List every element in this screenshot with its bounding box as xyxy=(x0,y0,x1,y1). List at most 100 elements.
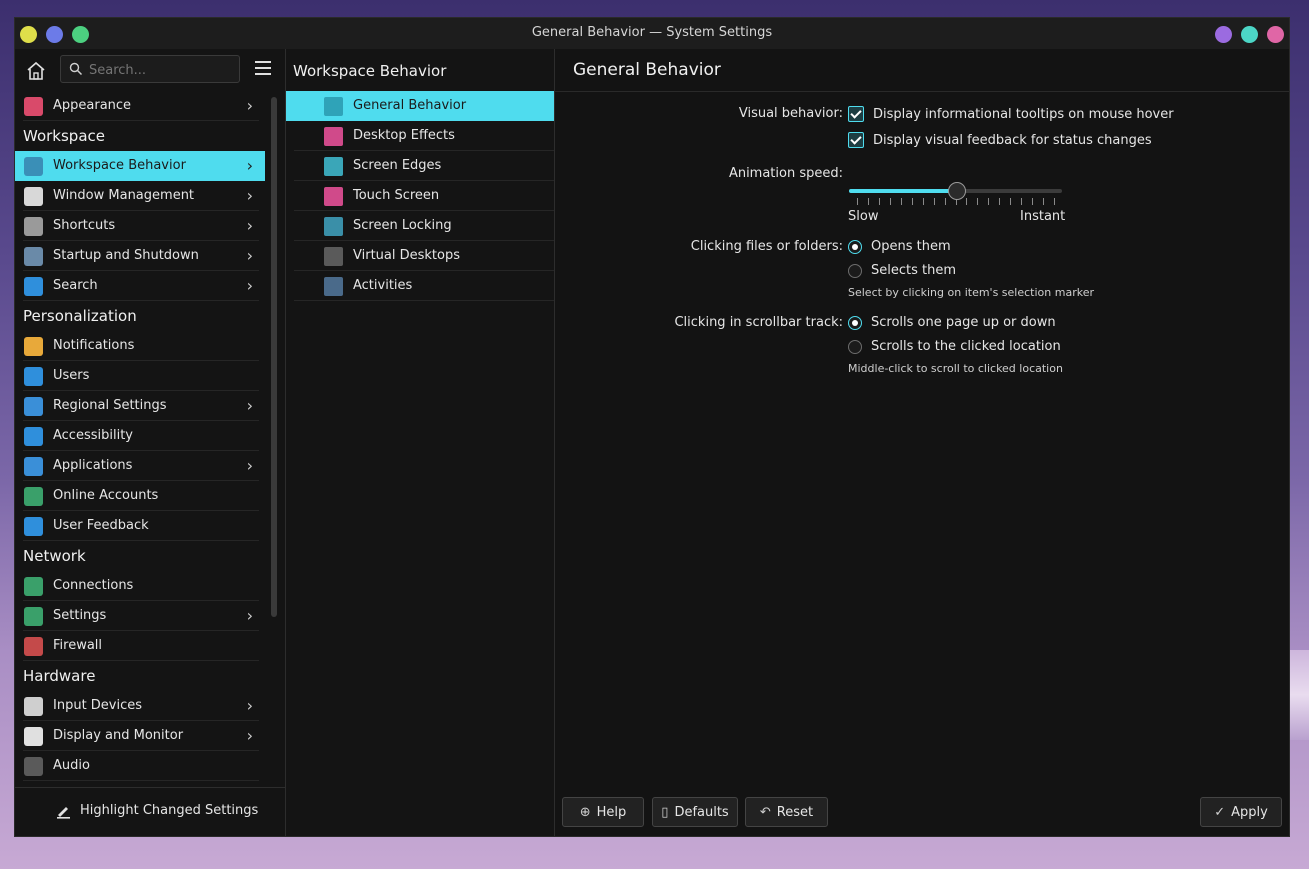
slider-tick xyxy=(1054,198,1055,205)
chevron-right-icon: › xyxy=(246,156,253,175)
chevron-right-icon: › xyxy=(246,96,253,115)
slider-handle[interactable] xyxy=(947,182,966,200)
scroll-clicked-label: Scrolls to the clicked location xyxy=(871,339,1061,354)
selects-them-option[interactable]: Selects them xyxy=(848,263,956,278)
tooltips-option[interactable]: Display informational tooltips on mouse … xyxy=(848,106,1174,122)
home-icon[interactable] xyxy=(25,60,47,82)
document-icon: ▯ xyxy=(661,804,669,820)
monitor-icon xyxy=(24,727,43,746)
feedback-option[interactable]: Display visual feedback for status chang… xyxy=(848,132,1152,148)
sidebar-item-search[interactable]: Search › xyxy=(15,271,265,301)
keyboard-icon xyxy=(24,217,43,236)
search-input[interactable] xyxy=(87,60,236,80)
sidebar-item-notifications[interactable]: Notifications xyxy=(15,331,265,361)
animation-speed-slider[interactable] xyxy=(849,181,1062,211)
sidebar-item-appearance[interactable]: Appearance › xyxy=(15,91,265,121)
window-management-icon xyxy=(24,187,43,206)
highlighter-icon xyxy=(57,807,70,819)
slider-tick xyxy=(1010,198,1012,205)
reset-label: Reset xyxy=(776,804,814,820)
users-icon xyxy=(24,367,43,386)
tooltips-checkbox[interactable] xyxy=(848,106,864,122)
selects-them-radio[interactable] xyxy=(848,263,862,278)
apply-button[interactable]: ✓ Apply xyxy=(1200,797,1282,827)
sidebar-item-shortcuts[interactable]: Shortcuts › xyxy=(15,211,265,241)
sidebar-item-label: Startup and Shutdown xyxy=(53,248,199,263)
subcategory-item-label: General Behavior xyxy=(353,98,467,113)
sidebar-item-users[interactable]: Users xyxy=(15,361,265,391)
scrollbar-track-label: Clicking in scrollbar track: xyxy=(674,315,843,330)
slider-tick xyxy=(911,198,913,205)
slider-tick xyxy=(1043,198,1045,205)
sidebar-item-label: Input Devices xyxy=(53,698,143,713)
sidebar-item-firewall[interactable]: Firewall xyxy=(15,631,265,661)
sidebar-item-regional-settings[interactable]: Regional Settings › xyxy=(15,391,265,421)
slider-fill xyxy=(849,189,956,193)
search-field[interactable] xyxy=(60,55,240,83)
slider-tick xyxy=(1032,198,1034,205)
slider-tick xyxy=(857,198,858,205)
scroll-page-option[interactable]: Scrolls one page up or down xyxy=(848,315,1056,330)
minimize-button[interactable] xyxy=(1215,26,1232,43)
desktop-effects-icon xyxy=(324,127,343,146)
chevron-right-icon: › xyxy=(246,726,253,745)
sidebar-item-workspace-behavior[interactable]: Workspace Behavior › xyxy=(15,151,265,181)
sidebar-item-online-accounts[interactable]: Online Accounts xyxy=(15,481,265,511)
content-area: General Behavior Visual behavior: Displa… xyxy=(555,49,1289,836)
sidebar-item-connections[interactable]: Connections xyxy=(15,571,265,601)
scroll-clicked-radio[interactable] xyxy=(848,339,862,354)
sidebar-category-hardware: Hardware xyxy=(23,667,96,685)
scroll-page-radio[interactable] xyxy=(848,315,862,330)
subcategory-item-desktop-effects[interactable]: Desktop Effects xyxy=(286,121,554,151)
chevron-right-icon: › xyxy=(246,606,253,625)
subcategory-item-screen-edges[interactable]: Screen Edges xyxy=(286,151,554,181)
slider-min-label: Slow xyxy=(848,209,879,224)
sidebar-item-applications[interactable]: Applications › xyxy=(15,451,265,481)
sidebar-category-network: Network xyxy=(23,547,86,565)
sidebar-scrollbar[interactable] xyxy=(271,97,277,617)
sidebar-item-startup-and-shutdown[interactable]: Startup and Shutdown › xyxy=(15,241,265,271)
scroll-clicked-option[interactable]: Scrolls to the clicked location xyxy=(848,339,1061,354)
subcategory-item-label: Activities xyxy=(353,278,413,293)
reset-button[interactable]: ↶ Reset xyxy=(745,797,828,827)
feedback-label: Display visual feedback for status chang… xyxy=(873,132,1152,148)
help-button[interactable]: ⊕ Help xyxy=(562,797,644,827)
maximize-button[interactable] xyxy=(1241,26,1258,43)
sidebar-item-settings[interactable]: Settings › xyxy=(15,601,265,631)
sidebar-item-input-devices[interactable]: Input Devices › xyxy=(15,691,265,721)
feedback-checkbox[interactable] xyxy=(848,132,864,148)
slider-tick xyxy=(889,198,891,205)
subcategory-item-general-behavior[interactable]: General Behavior xyxy=(286,91,554,121)
sidebar-item-label: Regional Settings xyxy=(53,398,167,413)
highlight-changed-settings-button[interactable]: Highlight Changed Settings xyxy=(55,802,258,819)
workspace-behavior-icon xyxy=(24,157,43,176)
opens-them-option[interactable]: Opens them xyxy=(848,239,951,254)
sidebar-item-window-management[interactable]: Window Management › xyxy=(15,181,265,211)
slider-tick xyxy=(867,198,869,205)
hamburger-menu-icon[interactable] xyxy=(255,61,271,75)
sidebar-item-display-and-monitor[interactable]: Display and Monitor › xyxy=(15,721,265,751)
sidebar-item-audio[interactable]: Audio xyxy=(15,751,265,781)
close-button[interactable] xyxy=(1267,26,1284,43)
firewall-icon xyxy=(24,637,43,656)
opens-them-radio[interactable] xyxy=(848,239,862,254)
subcategory-item-screen-locking[interactable]: Screen Locking xyxy=(286,211,554,241)
sidebar-item-accessibility[interactable]: Accessibility xyxy=(15,421,265,451)
animation-speed-label: Animation speed: xyxy=(728,166,843,181)
defaults-button[interactable]: ▯ Defaults xyxy=(652,797,738,827)
sidebar-item-label: Workspace Behavior xyxy=(53,158,186,173)
subcategory-item-touch-screen[interactable]: Touch Screen xyxy=(286,181,554,211)
subcategory-item-label: Screen Locking xyxy=(353,218,452,233)
sidebar-item-user-feedback[interactable]: User Feedback xyxy=(15,511,265,541)
sidebar-list: Appearance › Workspace Workspace Behavior › W… xyxy=(15,91,265,791)
accessibility-icon xyxy=(24,427,43,446)
subcategory-item-activities[interactable]: Activities xyxy=(286,271,554,301)
apply-label: Apply xyxy=(1231,804,1268,820)
subcategory-panel: Workspace Behavior General Behavior Deskt… xyxy=(286,49,555,836)
chevron-right-icon: › xyxy=(246,396,253,415)
globe-icon xyxy=(24,487,43,506)
subcategory-list: General Behavior Desktop Effects Screen Ed… xyxy=(286,91,554,301)
subcategory-item-virtual-desktops[interactable]: Virtual Desktops xyxy=(286,241,554,271)
clicking-files-label: Clicking files or folders: xyxy=(690,239,843,254)
startup-icon xyxy=(24,247,43,266)
